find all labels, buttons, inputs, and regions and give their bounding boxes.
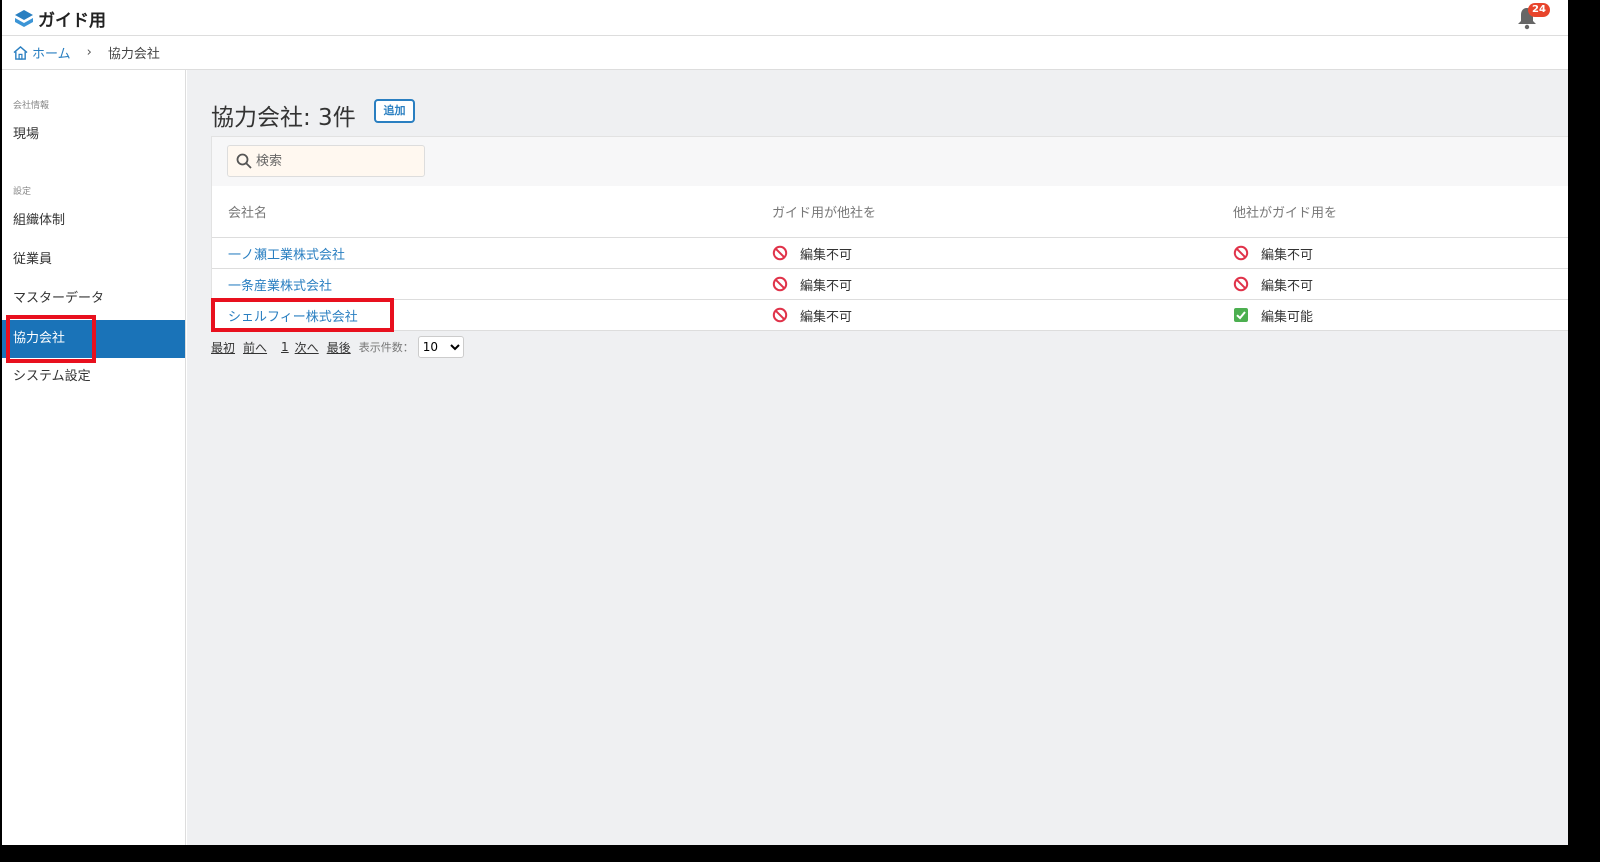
company-link[interactable]: 一条産業株式会社	[228, 275, 332, 294]
add-button[interactable]: 追加	[374, 99, 415, 123]
header-company-name[interactable]: 会社名	[228, 186, 267, 237]
search-icon	[236, 153, 252, 169]
permission-status: 編集可能	[1261, 309, 1314, 325]
permission-status: 編集不可	[800, 247, 853, 263]
breadcrumb-separator: ›	[86, 45, 92, 60]
breadcrumb: ホーム › 協力会社	[2, 36, 1568, 70]
page-title: 協力会社: 3件	[211, 105, 356, 131]
logo-icon	[15, 9, 33, 27]
table-row: シェルフィー株式会社 編集不可 編集可能	[212, 300, 1568, 331]
prohibited-icon	[1233, 245, 1249, 261]
table-header: 会社名 ガイド用が他社を 他社がガイド用を	[212, 186, 1568, 238]
pager-next-link[interactable]: 次へ	[295, 339, 319, 356]
app-title: ガイド用	[38, 11, 106, 31]
app-logo[interactable]: ガイド用	[14, 6, 106, 31]
sidebar-item-system-settings[interactable]: システム設定	[2, 358, 185, 396]
prohibited-icon	[772, 276, 788, 292]
sidebar-item-employees[interactable]: 従業員	[2, 241, 185, 279]
sidebar-item-organization[interactable]: 組織体制	[2, 202, 185, 240]
pager-page-link[interactable]: 1	[281, 340, 289, 354]
check-icon	[1234, 308, 1248, 322]
permission-status: 編集不可	[1261, 247, 1314, 263]
breadcrumb-home-label: ホーム	[32, 47, 71, 62]
partner-table: 会社名 ガイド用が他社を 他社がガイド用を 一ノ瀬工業株式会社 編集不可 編集不…	[211, 186, 1568, 331]
company-link[interactable]: 一ノ瀬工業株式会社	[228, 244, 345, 263]
permission-status: 編集不可	[800, 309, 853, 325]
breadcrumb-home[interactable]: ホーム	[13, 43, 71, 62]
per-page-label: 表示件数：	[358, 341, 414, 354]
sidebar: 会社情報 現場 設定 組織体制 従業員 マスターデータ 協力会社 システム設定	[2, 70, 186, 845]
pager-first-link[interactable]: 最初	[211, 339, 235, 356]
permission-status: 編集不可	[800, 278, 853, 294]
search-bar	[211, 136, 1568, 186]
breadcrumb-current: 協力会社	[107, 47, 160, 62]
sidebar-group-settings: 設定	[13, 187, 32, 197]
highlight-box-sidebar	[6, 315, 96, 363]
permission-status: 編集不可	[1261, 278, 1314, 294]
pager-prev-link[interactable]: 前へ	[243, 339, 267, 356]
prohibited-icon	[1233, 276, 1249, 292]
prohibited-icon	[772, 307, 788, 323]
table-row: 一条産業株式会社 編集不可 編集不可	[212, 269, 1568, 300]
top-bar: ガイド用 24	[2, 0, 1568, 36]
header-guide-to-others[interactable]: ガイド用が他社を	[772, 186, 876, 237]
sidebar-item-sites[interactable]: 現場	[2, 116, 185, 154]
home-icon	[13, 45, 28, 60]
table-row: 一ノ瀬工業株式会社 編集不可 編集不可	[212, 238, 1568, 269]
pager-last-link[interactable]: 最後	[327, 339, 351, 356]
pagination: 最初 前へ 1 次へ 最後 表示件数： 10	[211, 336, 464, 358]
notification-badge: 24	[1528, 3, 1550, 17]
search-box[interactable]	[227, 145, 425, 177]
main-content: 協力会社: 3件 追加 会社名 ガイド用が他社を 他社がガイド用を 一ノ瀬工業株…	[187, 70, 1568, 845]
per-page-select[interactable]: 10	[417, 336, 464, 358]
prohibited-icon	[772, 245, 788, 261]
sidebar-item-master-data[interactable]: マスターデータ	[2, 280, 185, 318]
highlight-box-row	[211, 298, 394, 332]
sidebar-group-company-info: 会社情報	[13, 101, 50, 111]
header-others-to-guide[interactable]: 他社がガイド用を	[1233, 186, 1337, 237]
app-window: ガイド用 24 ホーム › 協力会社 会社情報 現場 設定 組織体制 従業員 マ…	[2, 0, 1568, 845]
search-input[interactable]	[256, 150, 416, 172]
